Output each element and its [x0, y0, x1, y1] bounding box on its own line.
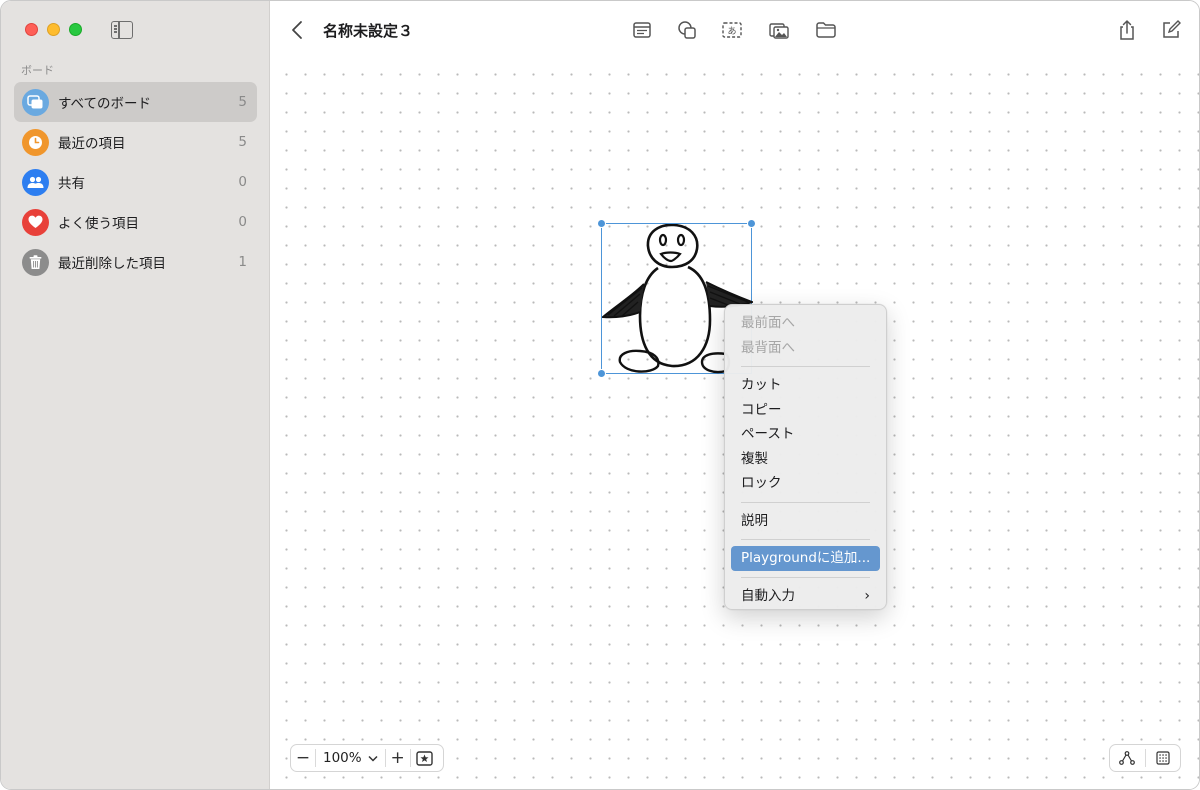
compose-button[interactable] [1159, 18, 1183, 42]
menu-separator [741, 576, 870, 578]
sidebar-item-label: よく使う項目 [58, 216, 139, 232]
minimize-window-button[interactable] [47, 23, 60, 36]
shapes-button[interactable] [675, 18, 699, 42]
media-icon [769, 23, 789, 39]
connector-icon [1119, 751, 1136, 765]
sidebar-list: すべてのボード 5 最近の項目 5 共有 0 よく使う項目 0 最近削除した項目… [14, 82, 257, 282]
share-button[interactable] [1115, 18, 1139, 42]
grid-toggle-button[interactable] [1145, 745, 1180, 771]
sidebar-item-count: 5 [238, 134, 247, 150]
zoom-in-button[interactable]: + [386, 745, 410, 771]
sidebar-item-favorites[interactable]: よく使う項目 0 [14, 202, 257, 242]
sidebar-item-recents[interactable]: 最近の項目 5 [14, 122, 257, 162]
menu-item-label: 自動入力 [741, 587, 795, 604]
sidebar-item-count: 5 [238, 94, 247, 110]
main-area: 名称未設定３ あ 最前面へ 最背面へ カット コピー ペースト 複製 ロック 説… [271, 1, 1199, 789]
toolbar: 名称未設定３ あ [271, 1, 1199, 59]
sidebar-item-label: 共有 [58, 176, 85, 192]
sidebar-item-recently-deleted[interactable]: 最近削除した項目 1 [14, 242, 257, 282]
share-icon [1120, 19, 1134, 40]
media-button[interactable] [767, 18, 791, 42]
resize-handle[interactable] [747, 219, 756, 228]
folder-button[interactable] [814, 18, 838, 42]
grid-icon [1156, 751, 1170, 765]
menu-item-send-to-back: 最背面へ [741, 339, 795, 356]
heart-icon [22, 208, 49, 236]
chevron-left-icon [292, 21, 302, 39]
shapes-icon [678, 21, 696, 39]
back-button[interactable] [291, 20, 303, 40]
app-window: ボード すべてのボード 5 最近の項目 5 共有 0 よく使う項目 0 最近削除… [0, 0, 1200, 790]
menu-item-paste[interactable]: ペースト [725, 422, 886, 447]
resize-handle[interactable] [597, 369, 606, 378]
window-controls [25, 23, 82, 36]
zoom-window-button[interactable] [69, 23, 82, 36]
sidebar-item-label: 最近削除した項目 [58, 256, 166, 272]
sidebar-item-label: すべてのボード [58, 96, 152, 112]
textbox-icon: あ [722, 22, 742, 38]
note-button[interactable] [630, 18, 654, 42]
sidebar-item-all-boards[interactable]: すべてのボード 5 [14, 82, 257, 122]
resize-handle[interactable] [597, 219, 606, 228]
sidebar: ボード すべてのボード 5 最近の項目 5 共有 0 よく使う項目 0 最近削除… [1, 1, 270, 789]
menu-item-lock[interactable]: ロック [725, 471, 886, 496]
chevron-right-icon: › [864, 587, 870, 604]
zoom-out-button[interactable]: − [291, 745, 315, 771]
menu-separator [741, 366, 870, 367]
fit-to-screen-button[interactable] [411, 745, 439, 771]
sidebar-item-count: 0 [238, 214, 247, 230]
svg-text:あ: あ [727, 26, 736, 37]
menu-separator [741, 501, 870, 503]
trash-icon [22, 248, 49, 276]
menu-item-copy[interactable]: コピー [725, 398, 886, 423]
zoom-level-value: 100% [323, 750, 362, 766]
menu-separator [741, 539, 870, 540]
folder-icon [816, 22, 836, 38]
sidebar-item-shared[interactable]: 共有 0 [14, 162, 257, 202]
sidebar-item-count: 1 [238, 254, 247, 270]
star-frame-icon [416, 750, 433, 766]
menu-item-description[interactable]: 説明 [725, 509, 886, 534]
sidebar-item-label: 最近の項目 [58, 136, 126, 152]
zoom-level-dropdown[interactable]: 100% [316, 750, 385, 766]
chevron-down-icon [368, 755, 378, 762]
clock-icon [22, 128, 49, 156]
menu-item-bring-to-front: 最前面へ [741, 315, 795, 331]
menu-item-duplicate[interactable]: 複製 [725, 447, 886, 472]
zoom-controls: − 100% + [290, 744, 444, 772]
textbox-button[interactable]: あ [720, 18, 744, 42]
menu-item-add-to-playground[interactable]: Playgroundに追加... [731, 546, 880, 571]
context-menu: 最前面へ 最背面へ カット コピー ペースト 複製 ロック 説明 Playgro… [724, 304, 887, 610]
people-icon [22, 168, 49, 196]
sidebar-toggle-icon[interactable] [111, 21, 133, 39]
boards-icon [22, 88, 49, 116]
sidebar-item-count: 0 [238, 174, 247, 190]
note-icon [633, 22, 651, 38]
connectors-button[interactable] [1110, 745, 1145, 771]
page-title: 名称未設定３ [323, 22, 414, 40]
close-window-button[interactable] [25, 23, 38, 36]
menu-item-autofill[interactable]: 自動入力 › [725, 584, 886, 609]
compose-icon [1163, 20, 1181, 38]
sidebar-section-label: ボード [21, 64, 54, 77]
canvas-options [1109, 744, 1181, 772]
menu-item-cut[interactable]: カット [725, 373, 886, 398]
